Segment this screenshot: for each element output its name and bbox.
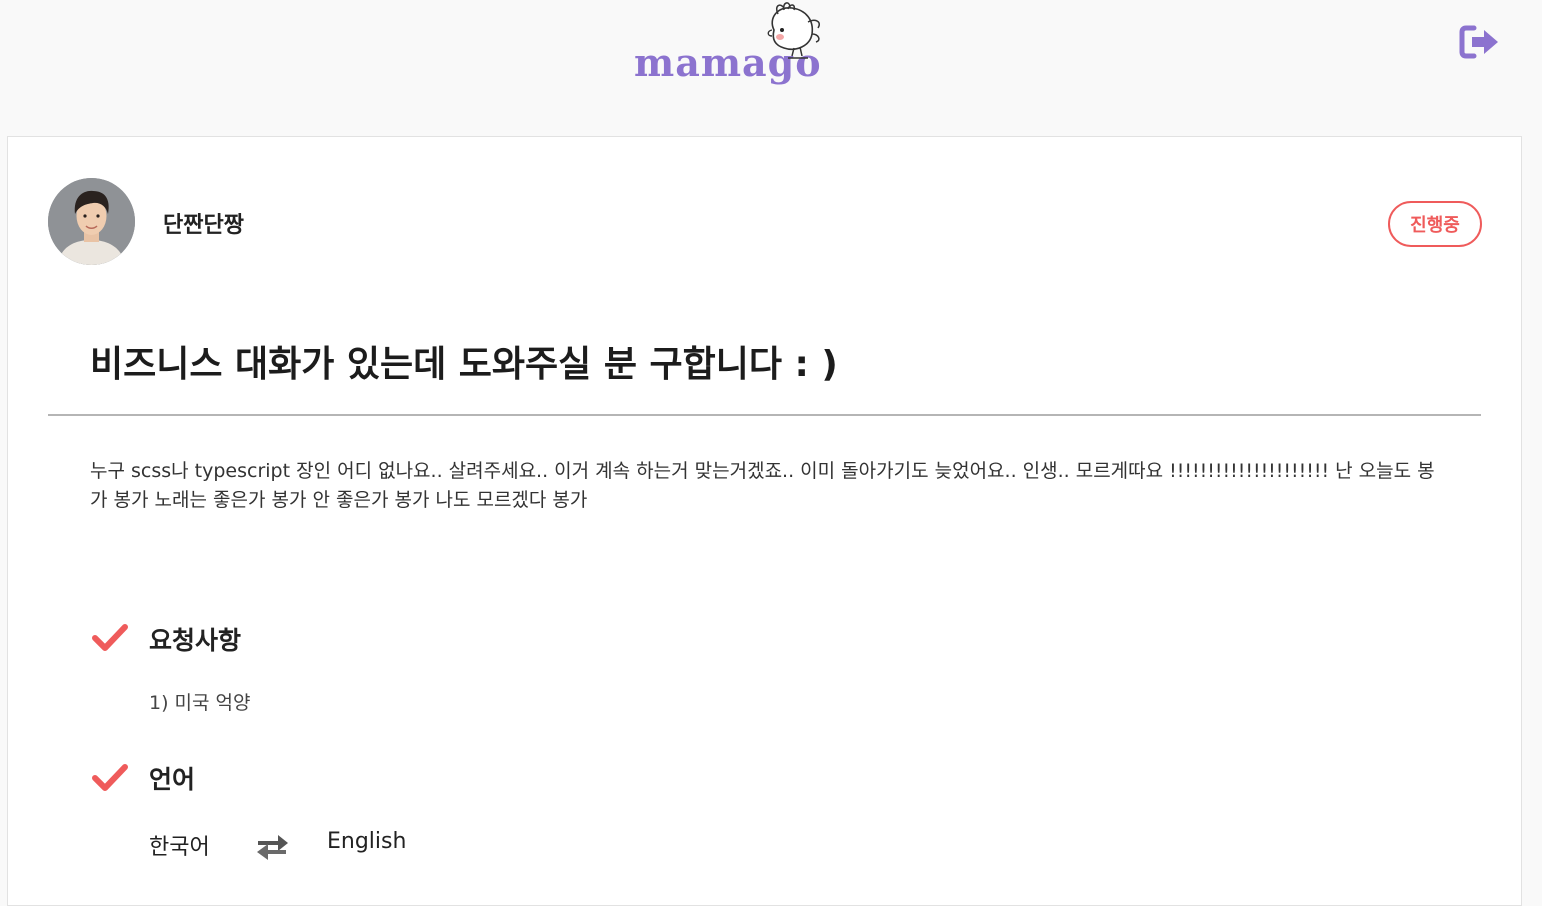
source-language: 한국어: [149, 835, 210, 860]
request-item: 1) 미국 억양: [149, 692, 251, 714]
check-icon: [92, 764, 128, 791]
user-portrait-image: [48, 178, 135, 265]
logout-button[interactable]: [1458, 22, 1506, 62]
post-body-text: 누구 scss나 typescript 장인 어디 없나요.. 살려주세요.. …: [90, 460, 1435, 511]
cockatiel-bird-icon: [767, 2, 820, 59]
post-card: 단짠단짱 진행중 비즈니스 대화가 있는데 도와주실 분 구합니다 : ) 누구…: [7, 136, 1522, 906]
target-language: English: [327, 829, 407, 854]
language-section-title: 언어: [149, 765, 196, 794]
status-badge: 진행중: [1388, 201, 1482, 247]
title-divider: [48, 414, 1481, 416]
exchange-arrows-icon[interactable]: [252, 830, 292, 862]
username: 단짠단짱: [163, 213, 244, 238]
sign-out-icon: [1459, 25, 1498, 59]
page-title: 비즈니스 대화가 있는데 도와주실 분 구합니다 : ): [90, 344, 838, 385]
requests-section-title: 요청사항: [149, 626, 242, 655]
avatar[interactable]: [48, 178, 135, 265]
check-icon: [92, 624, 128, 651]
app-header: mamago: [0, 0, 1542, 136]
mamago-logo[interactable]: mamago: [634, 0, 834, 100]
